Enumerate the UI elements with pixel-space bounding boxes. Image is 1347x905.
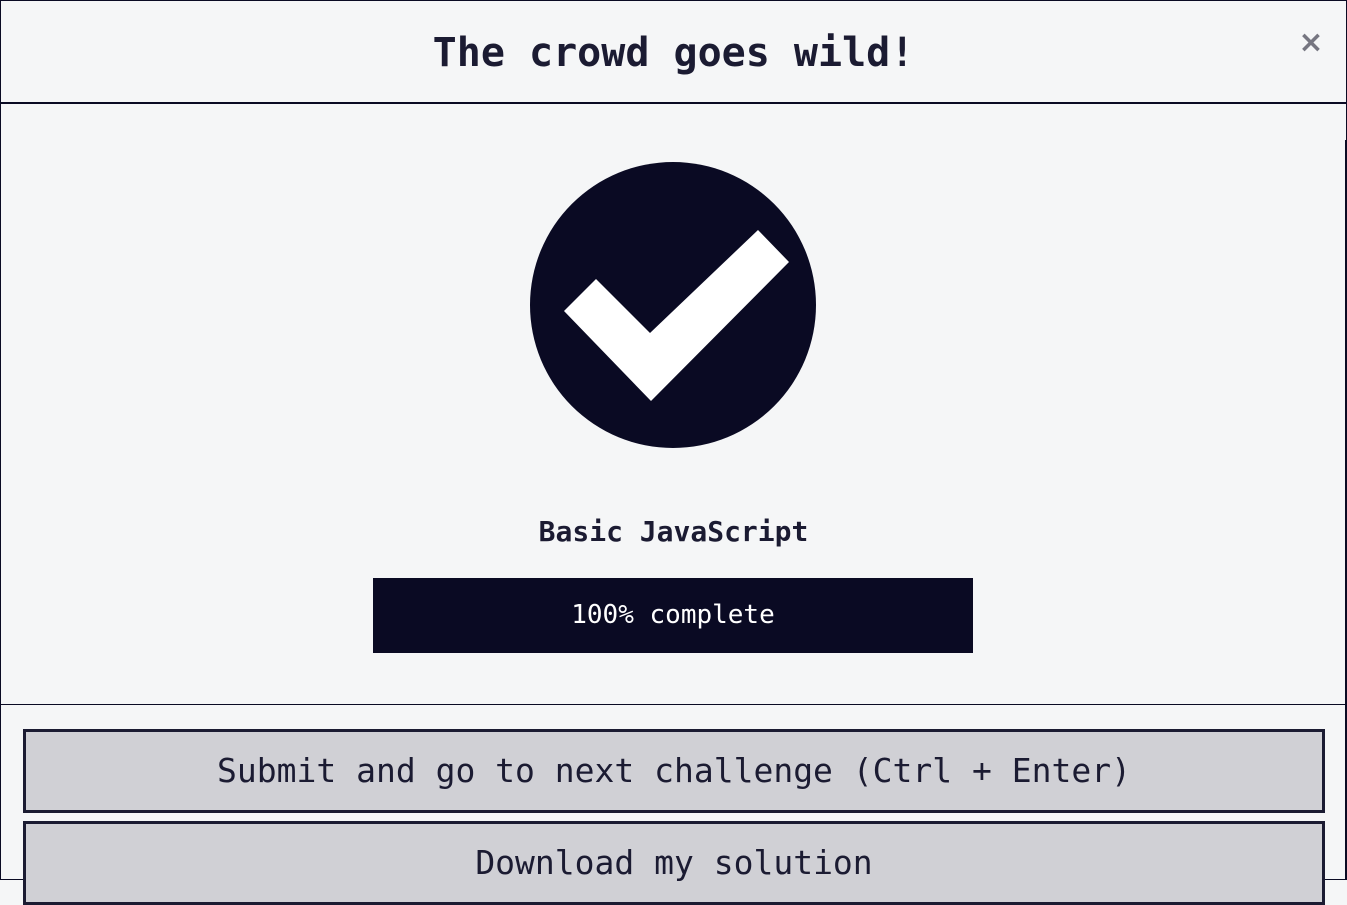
progress-label: 100% complete bbox=[571, 600, 775, 630]
certification-title: Basic JavaScript bbox=[538, 515, 809, 548]
check-circle-icon bbox=[530, 162, 816, 448]
completion-progress-bar: 100% complete bbox=[373, 578, 973, 653]
modal-footer: Submit and go to next challenge (Ctrl + … bbox=[1, 706, 1346, 905]
submit-next-challenge-button[interactable]: Submit and go to next challenge (Ctrl + … bbox=[23, 729, 1325, 813]
modal-title: The crowd goes wild! bbox=[432, 30, 915, 76]
completion-modal: The crowd goes wild! × Basic JavaScript … bbox=[0, 0, 1347, 905]
modal-body: Basic JavaScript 100% complete bbox=[1, 104, 1346, 705]
download-solution-button[interactable]: Download my solution bbox=[23, 821, 1325, 905]
close-icon[interactable]: × bbox=[1293, 23, 1329, 63]
modal-header: The crowd goes wild! × bbox=[1, 1, 1346, 104]
